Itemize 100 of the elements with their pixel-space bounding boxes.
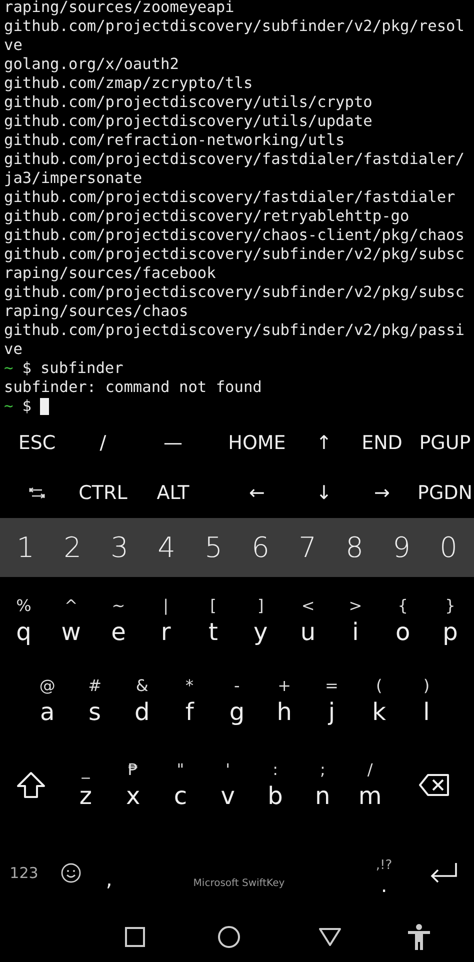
letter-key[interactable]: % q [0,595,48,648]
letter-key[interactable]: < u [284,595,332,648]
letter-key[interactable]: - g [213,675,261,728]
extra-key[interactable]: END [348,428,416,458]
number-key[interactable]: 3 [96,530,143,566]
key-hint: } [445,595,456,618]
command-text: subfinder [40,359,124,378]
punctuation-key[interactable]: ,!? . [354,858,414,898]
prompt-symbol: $ [22,397,32,416]
key-hint: ^ [64,595,78,618]
number-key[interactable]: 1 [2,530,49,566]
key-hint: ,!? [376,858,392,874]
terminal-output-line: raping/sources/zoomeyeapi [4,0,234,17]
number-key[interactable]: 9 [378,530,425,566]
smiley-icon[interactable] [61,863,81,884]
extra-key[interactable]: HOME [214,428,300,458]
terminal-output-line: raping/sources/facebook [4,264,216,283]
key-hint: = [325,675,338,698]
letter-key[interactable]: @ a [24,675,72,728]
key-hint: # [88,675,102,698]
extra-key[interactable]: — [132,428,214,458]
number-key[interactable]: 6 [237,530,284,566]
terminal-output-line: subfinder: command not found [4,378,262,397]
extra-key[interactable]: PGDN [416,478,474,508]
letter-key[interactable]: = j [308,675,356,728]
key-hint: & [136,675,148,698]
terminal-output-line: github.com/projectdiscovery/utils/update [4,112,372,131]
extra-key[interactable]: CTRL [74,478,132,508]
terminal-output-line: github.com/projectdiscovery/utils/crypto [4,93,372,112]
letter-key[interactable]: ) l [402,675,450,728]
letter-key[interactable]: > i [332,595,380,648]
terminal-output-line: github.com/projectdiscovery/subfinder/v2/pkg/subsc [4,283,464,302]
key-hint: < [301,595,315,618]
number-key[interactable]: 7 [284,530,331,566]
letter-key[interactable]: : b [252,759,299,812]
key-hint: % [16,595,32,618]
terminal-output-line: raping/sources/chaos [4,302,188,321]
extra-key[interactable]: PGUP [416,428,474,458]
letter-key[interactable]: | r [142,595,190,648]
letter-key[interactable]: _ z [62,759,110,812]
extra-key[interactable]: / [74,428,132,458]
extra-key[interactable]: → [348,478,416,508]
punctuation-key[interactable]: , [94,867,124,892]
key-hint: - [234,675,240,698]
extra-key[interactable]: ← [214,478,300,508]
letter-key[interactable]: / m [346,759,394,812]
key-hint: _ [82,759,90,782]
terminal-output-line: github.com/projectdiscovery/subfinder/v2/pkg/passi [4,321,464,340]
terminal-output-line: github.com/zmap/zcrypto/tls [4,74,253,93]
letter-key[interactable]: + h [260,675,308,728]
letter-key[interactable]: # s [71,675,118,728]
key-hint: | [163,595,169,618]
letter-key[interactable]: { o [379,595,427,648]
key-hint: ) [423,675,430,698]
key-hint: ; [320,759,326,782]
home-icon[interactable] [218,926,240,948]
key-hint: / [367,759,373,782]
key-hint: > [348,595,362,618]
letter-key[interactable]: [ t [190,595,237,648]
number-key[interactable]: 8 [331,530,378,566]
letter-key[interactable]: ₱ x [109,759,157,812]
letter-key[interactable]: * f [166,675,214,728]
key-hint: @ [39,675,56,698]
letter-key[interactable]: ' v [204,759,252,812]
letter-key[interactable]: " c [156,759,204,812]
prompt-directory: ~ [4,359,14,378]
tab-key-icon[interactable] [29,487,45,499]
extra-key[interactable]: ALT [132,478,214,508]
key-hint: " [176,759,184,782]
letter-key[interactable]: ~ e [94,595,142,648]
key-hint: ] [258,595,264,618]
symbols-key[interactable]: 123 [0,864,48,882]
letter-key[interactable]: ] y [236,595,284,648]
enter-icon[interactable] [430,862,458,884]
accessibility-icon[interactable] [407,924,431,950]
back-icon[interactable] [319,928,341,946]
terminal-output-line: github.com/refraction-networking/utls [4,131,345,150]
backspace-icon[interactable] [418,774,449,796]
shift-icon[interactable] [16,771,46,800]
terminal-output-line: ve [4,340,22,359]
number-key[interactable]: 5 [190,530,237,566]
recents-icon[interactable] [125,926,145,947]
extra-key[interactable]: ↓ [300,478,348,508]
space-bar[interactable]: Microsoft SwiftKey [124,878,354,890]
letter-key[interactable]: & d [118,675,166,728]
extra-key[interactable]: ↑ [300,428,348,458]
key-hint: { [398,595,408,618]
number-key[interactable]: 4 [143,530,190,566]
letter-key[interactable]: ^ w [47,595,95,648]
key-hint: * [186,675,194,698]
prompt-symbol: $ [22,359,32,378]
number-key[interactable]: 2 [49,530,96,566]
letter-key[interactable]: ; n [298,759,346,812]
letter-key[interactable]: ( k [355,675,403,728]
terminal-output-line: ja3/impersonate [4,169,142,188]
key-hint: + [278,675,292,698]
number-key[interactable]: 0 [425,530,472,566]
extra-key[interactable]: ESC [0,428,74,458]
terminal-output-line: ve [4,36,22,55]
letter-key[interactable]: } p [426,595,474,648]
